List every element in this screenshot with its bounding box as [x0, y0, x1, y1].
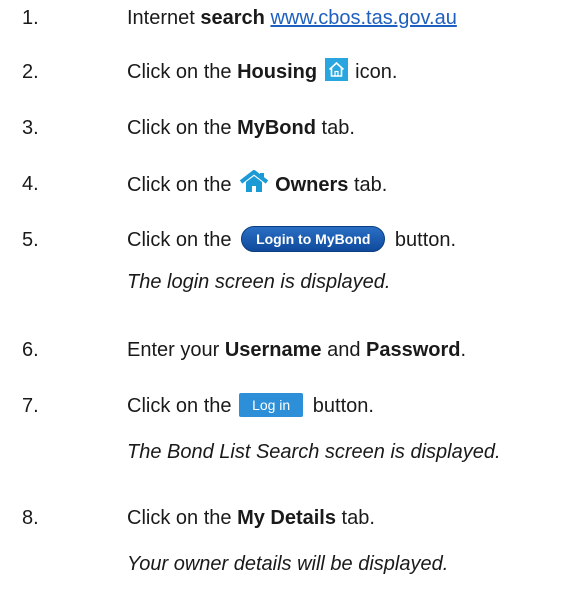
step-text-pre: Click on the	[127, 61, 238, 83]
step-text-post: icon.	[349, 61, 398, 83]
step-bold-text: Owners	[275, 174, 349, 196]
step-5-note: The login screen is displayed.	[127, 271, 391, 293]
step-bold-text: search	[200, 7, 265, 29]
step-bold-text: Username	[224, 339, 322, 361]
step-text: Click on the Log in button.	[127, 392, 374, 420]
step-text: Click on the My Details tab.	[127, 504, 375, 532]
step-bold-text: Housing	[237, 61, 318, 83]
step-text: Click on the Housing icon.	[127, 58, 397, 86]
step-text-post: tab.	[315, 117, 355, 139]
step-text: Internet search www.cbos.tas.gov.au	[127, 4, 457, 32]
step-text: Enter your Username and Password.	[127, 336, 466, 364]
step-text-pre: Internet	[127, 7, 201, 29]
step-text-mid: and	[321, 339, 367, 361]
owners-house-roof-icon[interactable]	[239, 169, 269, 194]
step-text: Click on the Login to MyBond button.	[127, 226, 456, 254]
step-text-post: tab.	[336, 507, 375, 529]
step-text-pre: Click on the	[127, 174, 238, 196]
log-in-button[interactable]: Log in	[239, 393, 304, 417]
step-text: Click on the Owners tab.	[127, 169, 388, 199]
step-text-pre: Click on the	[127, 507, 238, 529]
step-number: 6.	[22, 339, 39, 361]
step-text-pre: Click on the	[127, 117, 238, 139]
step-bold-text: My Details	[237, 507, 336, 529]
step-text-pre: Enter your	[127, 339, 225, 361]
step-number: 2.	[22, 61, 39, 83]
step-text-post: tab.	[348, 174, 388, 196]
step-text-post: .	[460, 339, 467, 361]
step-number: 8.	[22, 507, 39, 529]
step-text: Click on the MyBond tab.	[127, 114, 355, 142]
step-text-pre: Click on the	[127, 229, 238, 251]
housing-house-icon[interactable]	[324, 58, 348, 81]
step-number: 5.	[22, 229, 39, 251]
step-bold-text: MyBond	[237, 117, 316, 139]
step-8-note: Your owner details will be displayed.	[127, 553, 449, 575]
step-7-note: The Bond List Search screen is displayed…	[127, 441, 501, 463]
step-number: 4.	[22, 173, 39, 195]
step-text-post: button.	[307, 395, 374, 417]
step-number: 3.	[22, 117, 39, 139]
step-text-pre: Click on the	[127, 395, 238, 417]
step-bold-text-2: Password	[366, 339, 461, 361]
step-text-post: button.	[389, 229, 457, 251]
cbos-website-link[interactable]: www.cbos.tas.gov.au	[270, 7, 456, 29]
step-number: 1.	[22, 7, 39, 29]
login-to-mybond-button[interactable]: Login to MyBond	[241, 226, 386, 252]
step-number: 7.	[22, 395, 39, 417]
